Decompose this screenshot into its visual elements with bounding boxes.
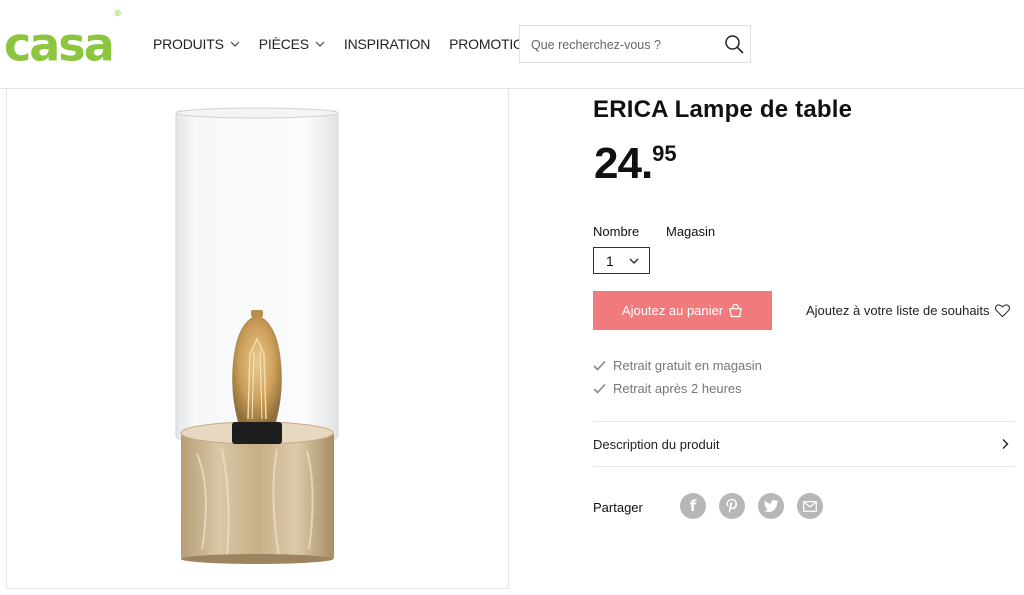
- heart-icon: [994, 304, 1010, 318]
- quantity-select[interactable]: 1: [593, 247, 650, 274]
- price-integer: 24.: [594, 139, 653, 188]
- store-label: Magasin: [666, 224, 716, 239]
- product-price: 24.95: [594, 139, 677, 189]
- chevron-down-icon: [230, 41, 240, 47]
- email-icon[interactable]: [797, 493, 823, 519]
- check-icon: [593, 383, 606, 394]
- nav-inspiration-label: INSPIRATION: [343, 36, 431, 52]
- search-box: [519, 25, 751, 64]
- product-title: ERICA Lampe de table: [593, 96, 853, 123]
- search-icon[interactable]: [724, 34, 744, 54]
- share-icons: f: [680, 493, 836, 519]
- site-header: casa® PRODUITS PIÈCES INSPIRATION PROMOT…: [0, 0, 1024, 89]
- product-description-toggle[interactable]: Description du produit: [593, 422, 1015, 466]
- registered-mark: ®: [113, 9, 122, 18]
- pinterest-icon[interactable]: [719, 493, 745, 519]
- search-input[interactable]: [529, 26, 718, 64]
- main-nav: PRODUITS PIÈCES INSPIRATION PROMOTIONS: [153, 36, 562, 52]
- nav-pieces[interactable]: PIÈCES: [259, 36, 325, 52]
- twitter-glyph: [763, 500, 778, 512]
- chevron-down-icon: [629, 258, 639, 264]
- perk-free-pickup: Retrait gratuit en magasin: [593, 358, 762, 373]
- add-to-cart-label: Ajoutez au panier: [621, 303, 724, 318]
- email-glyph: [803, 500, 817, 512]
- twitter-icon[interactable]: [758, 493, 784, 519]
- nav-inspiration[interactable]: INSPIRATION: [344, 36, 430, 52]
- shopping-bag-icon: [729, 303, 742, 318]
- facebook-icon[interactable]: f: [680, 493, 706, 519]
- add-to-cart-button[interactable]: Ajoutez au panier: [593, 291, 772, 330]
- logo-text: casa: [4, 17, 115, 72]
- divider: [593, 466, 1015, 467]
- perk-pickup-time: Retrait après 2 heures: [593, 381, 742, 396]
- casa-logo[interactable]: casa®: [4, 9, 122, 72]
- perk-pickup-time-label: Retrait après 2 heures: [613, 381, 742, 396]
- price-cents: 95: [652, 141, 677, 166]
- quantity-value: 1: [606, 253, 614, 269]
- nav-produits[interactable]: PRODUITS: [153, 36, 240, 52]
- chevron-right-icon: [1002, 439, 1009, 449]
- nav-pieces-label: PIÈCES: [258, 36, 309, 52]
- perk-free-pickup-label: Retrait gratuit en magasin: [613, 358, 762, 373]
- wishlist-label: Ajoutez à votre liste de souhaits: [806, 303, 990, 318]
- description-label: Description du produit: [593, 436, 720, 452]
- chevron-down-icon: [315, 41, 325, 47]
- product-image[interactable]: [7, 89, 508, 589]
- pinterest-glyph: [726, 499, 737, 513]
- product-image-panel: [6, 89, 509, 589]
- wishlist-link[interactable]: Ajoutez à votre liste de souhaits: [806, 303, 1011, 318]
- check-icon: [593, 360, 606, 371]
- share-label: Partager: [593, 500, 643, 515]
- quantity-label: Nombre: [593, 224, 640, 239]
- nav-produits-label: PRODUITS: [153, 36, 224, 52]
